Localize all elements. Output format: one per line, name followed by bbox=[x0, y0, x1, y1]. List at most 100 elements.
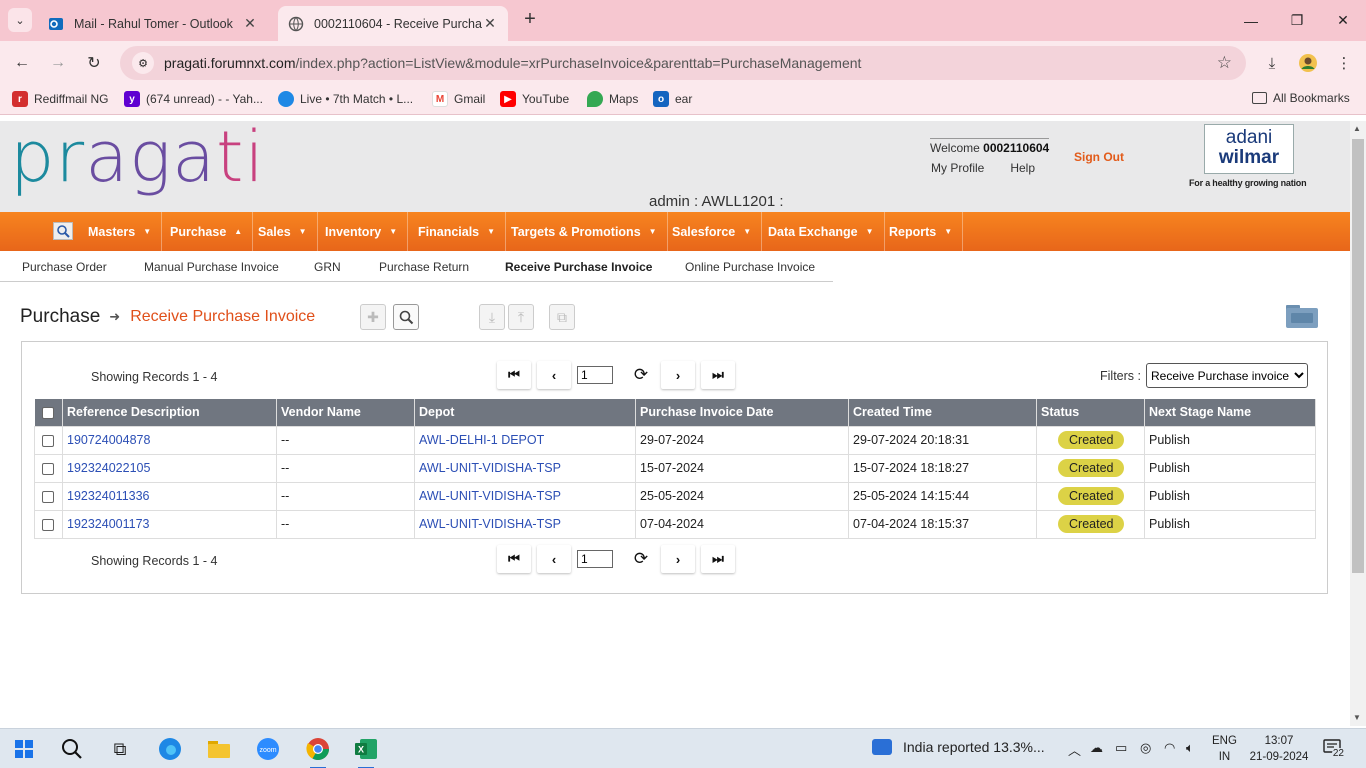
bookmark-star-icon[interactable]: ☆ bbox=[1217, 53, 1232, 73]
notification-icon[interactable]: 22 bbox=[1323, 739, 1345, 759]
back-icon[interactable]: ← bbox=[10, 51, 34, 75]
nav-inventory[interactable]: Inventory ▼ bbox=[315, 212, 409, 251]
profile-avatar[interactable] bbox=[1296, 51, 1320, 75]
nav-reports[interactable]: Reports ▼ bbox=[879, 212, 964, 251]
scroll-down-icon[interactable]: ▼ bbox=[1353, 713, 1361, 722]
nav-masters[interactable]: Masters ▼ bbox=[78, 212, 163, 251]
last-page-icon[interactable]: ⏭ bbox=[701, 361, 735, 389]
first-page-icon[interactable]: ⏮ bbox=[497, 545, 531, 573]
depot-link[interactable]: AWL-DELHI-1 DEPOT bbox=[414, 425, 636, 455]
filter-select[interactable]: Receive Purchase invoice bbox=[1145, 363, 1308, 388]
nav-targets-promotions[interactable]: Targets & Promotions ▼ bbox=[501, 212, 668, 251]
edge-icon[interactable] bbox=[156, 735, 184, 763]
wifi-icon[interactable]: ◠ bbox=[1164, 740, 1175, 756]
tab-receive-purchase[interactable]: 0002110604 - Receive Purchase ✕ bbox=[278, 6, 508, 41]
col-created-time[interactable]: Created Time bbox=[848, 399, 1037, 426]
search-icon[interactable] bbox=[53, 222, 73, 240]
reference-link[interactable]: 192324022105 bbox=[62, 453, 277, 483]
file-explorer-icon[interactable] bbox=[205, 735, 233, 763]
bookmark-gmail[interactable]: M Gmail bbox=[432, 91, 485, 107]
close-window-icon[interactable]: ✕ bbox=[1320, 0, 1366, 41]
subnav-purchase-order[interactable]: Purchase Order bbox=[22, 260, 107, 274]
prev-page-icon[interactable]: ‹ bbox=[537, 545, 571, 573]
col-status[interactable]: Status bbox=[1036, 399, 1145, 426]
col-reference-description[interactable]: Reference Description bbox=[62, 399, 277, 426]
search-icon[interactable] bbox=[58, 735, 86, 763]
close-tab-icon[interactable]: ✕ bbox=[482, 15, 498, 32]
meet-icon[interactable]: ◎ bbox=[1140, 740, 1151, 756]
last-page-icon[interactable]: ⏭ bbox=[701, 545, 735, 573]
news-widget[interactable]: India reported 13.3%... bbox=[872, 739, 1045, 755]
row-checkbox[interactable] bbox=[42, 462, 54, 475]
row-checkbox[interactable] bbox=[42, 518, 54, 531]
page-number-input[interactable] bbox=[577, 550, 613, 568]
nav-data-exchange[interactable]: Data Exchange ▼ bbox=[758, 212, 885, 251]
folder-icon[interactable] bbox=[1285, 303, 1319, 329]
depot-link[interactable]: AWL-UNIT-VIDISHA-TSP bbox=[414, 481, 636, 511]
nav-sales[interactable]: Sales ▼ bbox=[248, 212, 318, 251]
bookmark-rediffmail[interactable]: r Rediffmail NG bbox=[12, 91, 108, 107]
task-view-icon[interactable]: ⧉ bbox=[106, 735, 134, 763]
nav-financials[interactable]: Financials ▼ bbox=[408, 212, 507, 251]
bookmark-live-match[interactable]: Live • 7th Match • L... bbox=[278, 91, 413, 107]
battery-icon[interactable]: ▭ bbox=[1115, 740, 1127, 756]
first-page-icon[interactable]: ⏮ bbox=[497, 361, 531, 389]
sign-out-link[interactable]: Sign Out bbox=[1074, 150, 1124, 164]
reference-link[interactable]: 192324011336 bbox=[62, 481, 277, 511]
search-records-icon[interactable] bbox=[393, 304, 419, 330]
cloud-icon[interactable]: ☁ bbox=[1090, 740, 1103, 756]
all-bookmarks[interactable]: All Bookmarks bbox=[1252, 91, 1350, 105]
my-profile-link[interactable]: My Profile bbox=[931, 161, 984, 175]
refresh-icon[interactable]: ⟳ bbox=[627, 361, 655, 389]
subnav-online-purchase-invoice[interactable]: Online Purchase Invoice bbox=[685, 260, 815, 274]
subnav-receive-purchase-invoice[interactable]: Receive Purchase Invoice bbox=[505, 260, 652, 274]
reload-icon[interactable]: ↻ bbox=[82, 51, 106, 75]
volume-icon[interactable]: 🔈︎ bbox=[1186, 740, 1194, 756]
clock[interactable]: 13:07 21-09-2024 bbox=[1248, 733, 1310, 765]
scroll-thumb[interactable] bbox=[1352, 139, 1364, 573]
tab-outlook[interactable]: Mail - Rahul Tomer - Outlook ✕ bbox=[38, 6, 268, 41]
row-checkbox[interactable] bbox=[42, 434, 54, 447]
language-indicator[interactable]: ENG IN bbox=[1212, 733, 1237, 765]
next-page-icon[interactable]: › bbox=[661, 545, 695, 573]
page-number-input[interactable] bbox=[577, 366, 613, 384]
chevron-up-icon[interactable]: ︿ bbox=[1068, 740, 1081, 759]
col-depot[interactable]: Depot bbox=[414, 399, 636, 426]
windows-start-icon[interactable] bbox=[10, 735, 38, 763]
close-tab-icon[interactable]: ✕ bbox=[242, 15, 258, 32]
refresh-icon[interactable]: ⟳ bbox=[627, 545, 655, 573]
forward-icon[interactable]: → bbox=[46, 51, 70, 75]
col-purchase-invoice-date[interactable]: Purchase Invoice Date bbox=[635, 399, 849, 426]
site-info-icon[interactable]: ⚙ bbox=[132, 52, 154, 74]
bookmark-youtube[interactable]: ▶ YouTube bbox=[500, 91, 569, 107]
reference-link[interactable]: 190724004878 bbox=[62, 425, 277, 455]
depot-link[interactable]: AWL-UNIT-VIDISHA-TSP bbox=[414, 509, 636, 539]
bookmark-ear[interactable]: o ear bbox=[653, 91, 692, 107]
export-icon[interactable]: ⤒ bbox=[508, 304, 534, 330]
page-scrollbar[interactable]: ▲ ▼ bbox=[1350, 121, 1366, 726]
url-field[interactable]: ⚙ pragati.forumnxt.com/index.php?action=… bbox=[120, 46, 1246, 80]
nav-salesforce[interactable]: Salesforce ▼ bbox=[662, 212, 763, 251]
help-link[interactable]: Help bbox=[1010, 161, 1035, 175]
next-page-icon[interactable]: › bbox=[661, 361, 695, 389]
nav-purchase[interactable]: Purchase ▲ bbox=[160, 212, 254, 251]
subnav-grn[interactable]: GRN bbox=[314, 260, 341, 274]
zoom-icon[interactable]: zoom bbox=[254, 735, 282, 763]
import-icon[interactable]: ⤓ bbox=[479, 304, 505, 330]
excel-icon[interactable]: X bbox=[352, 735, 380, 768]
restore-icon[interactable]: ❐ bbox=[1274, 0, 1320, 41]
col-next-stage-name[interactable]: Next Stage Name bbox=[1144, 399, 1316, 426]
download-icon[interactable]: ⤓ bbox=[1260, 51, 1284, 75]
chrome-icon[interactable] bbox=[304, 735, 332, 768]
new-tab-button[interactable]: + bbox=[520, 9, 540, 30]
bookmark-yahoo[interactable]: y (674 unread) - - Yah... bbox=[124, 91, 263, 107]
depot-link[interactable]: AWL-UNIT-VIDISHA-TSP bbox=[414, 453, 636, 483]
menu-kebab-icon[interactable]: ⋮ bbox=[1332, 51, 1356, 75]
breadcrumb-module[interactable]: Purchase bbox=[20, 306, 100, 328]
subnav-purchase-return[interactable]: Purchase Return bbox=[379, 260, 469, 274]
bookmark-maps[interactable]: Maps bbox=[587, 91, 638, 107]
add-icon[interactable]: ✚ bbox=[360, 304, 386, 330]
reference-link[interactable]: 192324001173 bbox=[62, 509, 277, 539]
scroll-up-icon[interactable]: ▲ bbox=[1353, 124, 1361, 133]
subnav-manual-purchase-invoice[interactable]: Manual Purchase Invoice bbox=[144, 260, 279, 274]
